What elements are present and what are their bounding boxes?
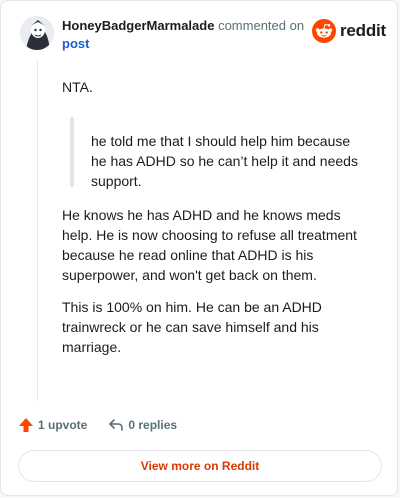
reddit-wordmark: reddit bbox=[340, 21, 387, 40]
post-link[interactable]: post bbox=[62, 36, 304, 52]
username[interactable]: HoneyBadgerMarmalade bbox=[62, 18, 214, 33]
comment-paragraph-2: This is 100% on him. He can be an ADHD t… bbox=[62, 299, 322, 355]
reply-count: 0 replies bbox=[128, 418, 178, 432]
avatar[interactable] bbox=[20, 16, 54, 50]
blockquote: he told me that I should help him becaus… bbox=[70, 117, 362, 189]
comment-actions: 1 upvote 0 replies bbox=[18, 417, 198, 433]
reply-icon bbox=[109, 419, 124, 431]
upvote-arrow-icon bbox=[19, 418, 33, 432]
reddit-logo-icon bbox=[312, 19, 336, 43]
comment-embed-card: HoneyBadgerMarmalade commented on post r… bbox=[0, 0, 398, 496]
comment-intro: NTA. bbox=[62, 79, 93, 95]
comment-body: NTA. he told me that I should help him b… bbox=[62, 77, 362, 369]
commented-on-label: commented on bbox=[218, 18, 305, 33]
upvote-count: 1 upvote bbox=[38, 418, 88, 432]
view-more-button[interactable]: View more on Reddit bbox=[18, 450, 382, 482]
replies-button[interactable]: 0 replies bbox=[108, 417, 177, 433]
reddit-logo[interactable]: reddit bbox=[312, 19, 386, 43]
thread-line bbox=[37, 61, 38, 401]
comment-paragraph-1: He knows he has ADHD and he knows meds h… bbox=[62, 207, 357, 283]
comment-header: HoneyBadgerMarmalade commented on post bbox=[62, 18, 304, 52]
quote-text: he told me that I should help him becaus… bbox=[91, 133, 358, 189]
upvote-button[interactable]: 1 upvote bbox=[18, 417, 87, 433]
